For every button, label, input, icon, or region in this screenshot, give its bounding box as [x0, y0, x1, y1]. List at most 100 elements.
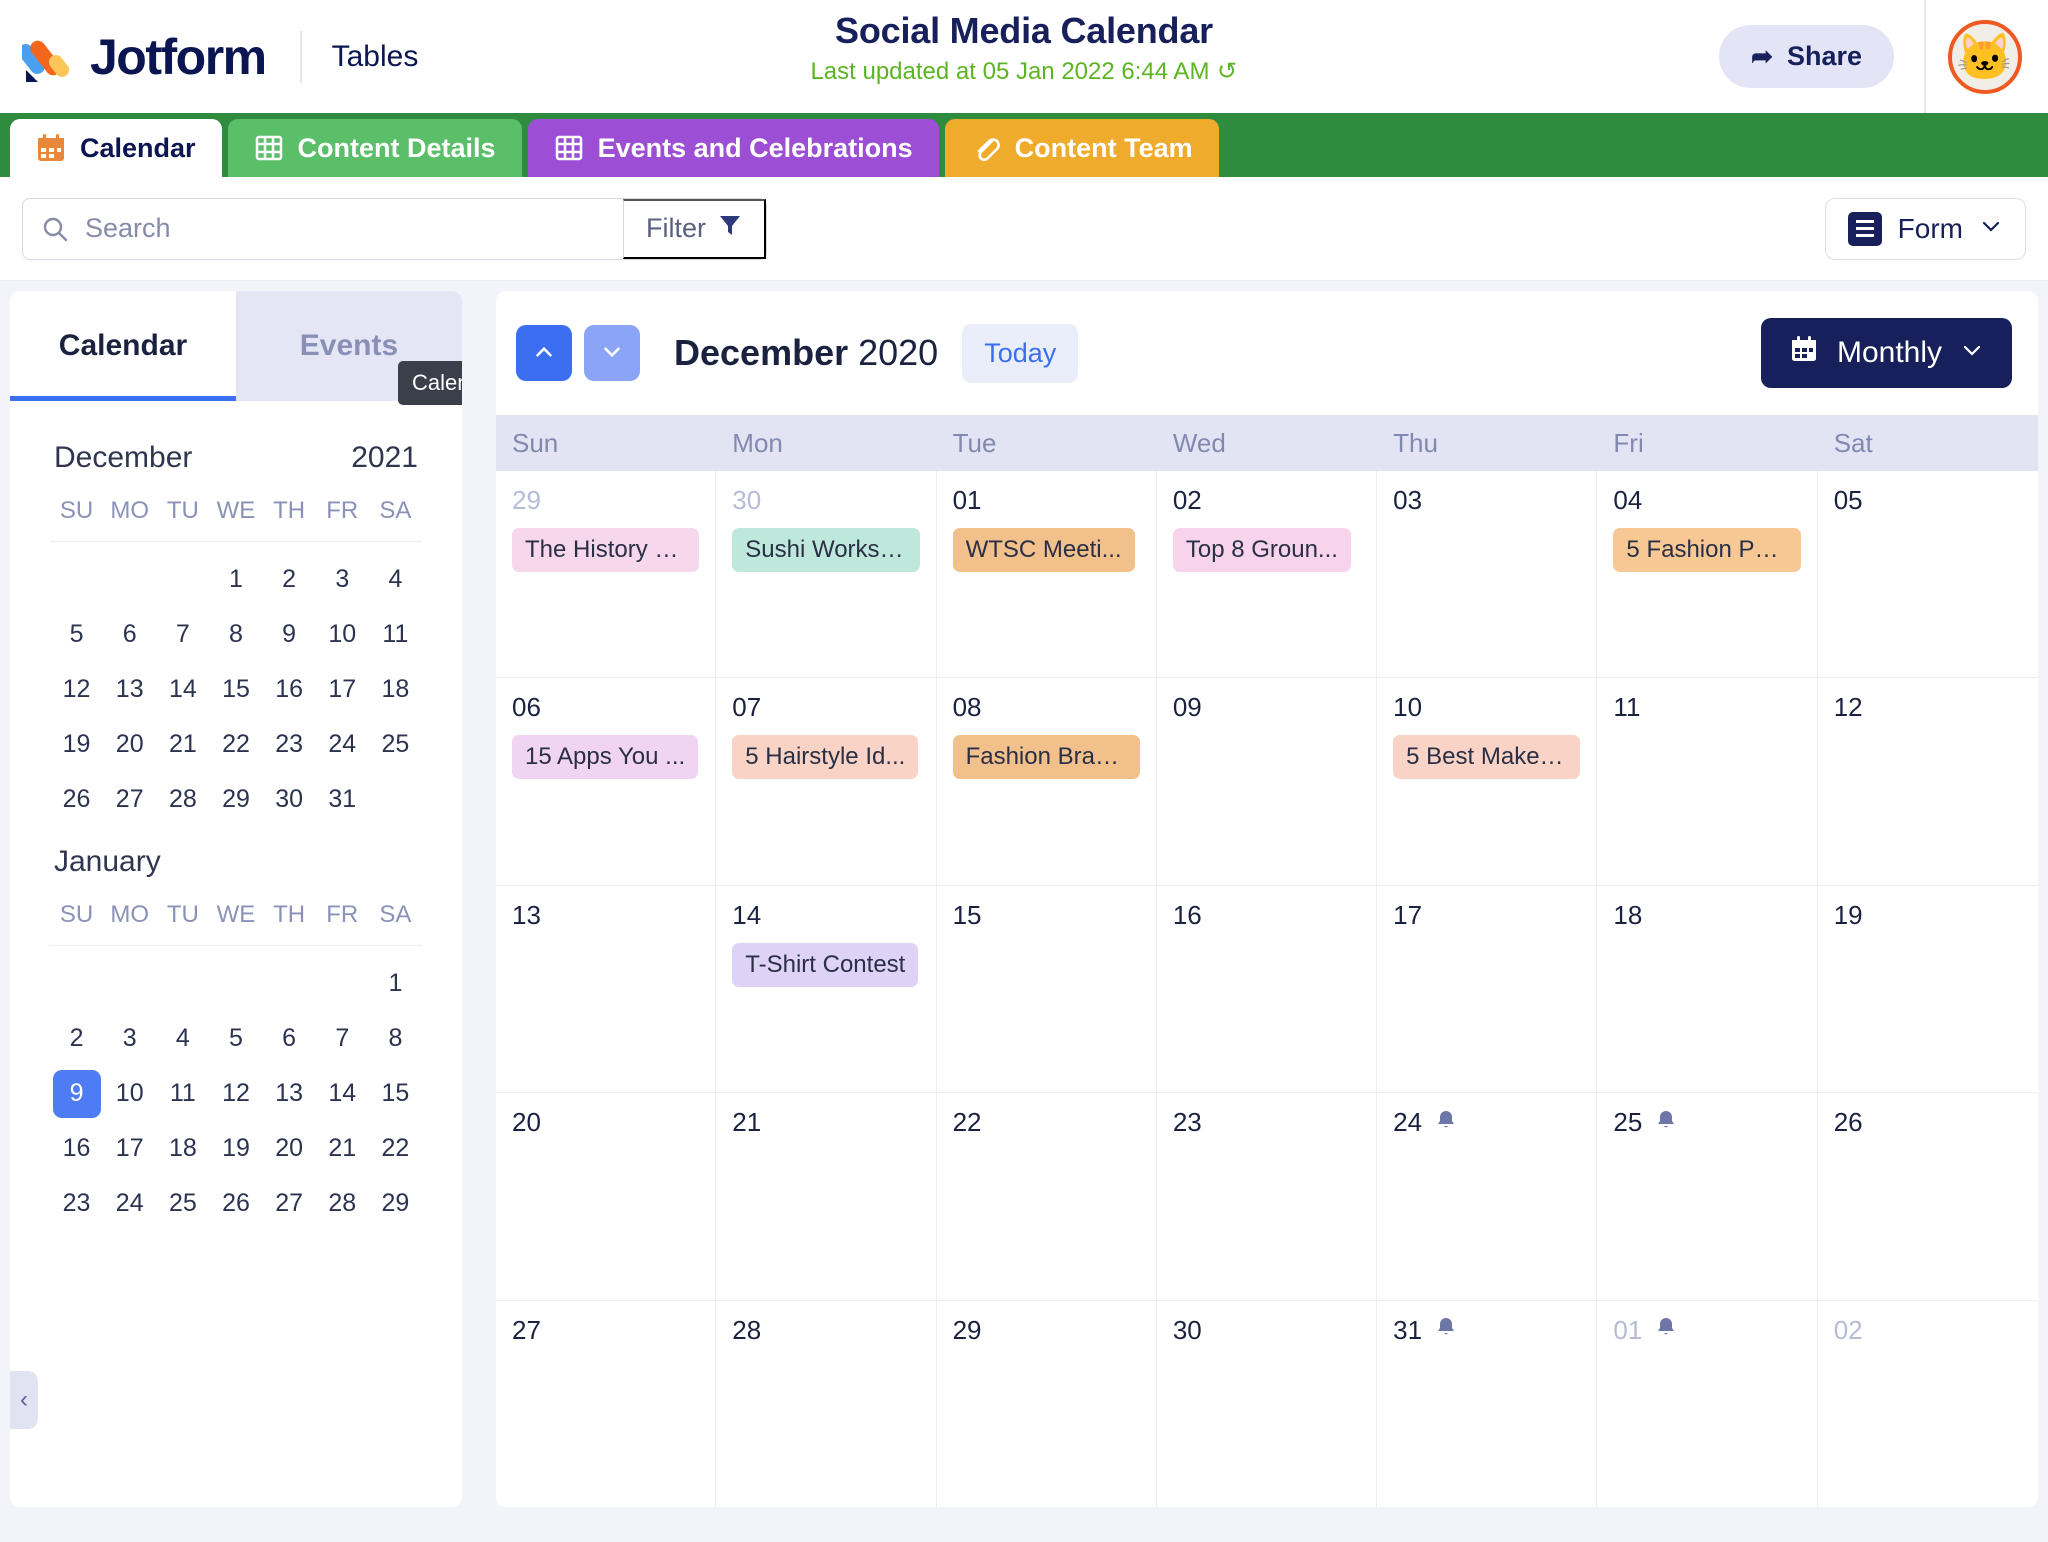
- calendar-day-cell[interactable]: 30: [1157, 1300, 1378, 1507]
- filter-button[interactable]: Filter: [623, 198, 766, 259]
- mini-calendar-day[interactable]: 2: [263, 552, 316, 607]
- calendar-event-pill[interactable]: WTSC Meeti...: [952, 528, 1135, 572]
- mini-calendar-day[interactable]: 17: [316, 662, 369, 717]
- calendar-day-cell[interactable]: 02: [1818, 1301, 2038, 1507]
- calendar-day-cell[interactable]: 18: [1597, 885, 1818, 1093]
- calendar-event-pill[interactable]: T-Shirt Contest: [732, 942, 919, 987]
- mini-calendar-day[interactable]: 9: [263, 607, 316, 662]
- mini-calendar-day[interactable]: 10: [316, 607, 369, 662]
- calendar-event-pill[interactable]: 5 Hairstyle Id...: [732, 735, 919, 780]
- mini-calendar-day[interactable]: 6: [103, 607, 156, 662]
- tab-content-details[interactable]: Content Details: [227, 119, 522, 177]
- calendar-day-cell[interactable]: 12: [1818, 678, 2038, 884]
- mini-calendar-day[interactable]: 11: [156, 1066, 209, 1121]
- mini-calendar-day[interactable]: 27: [263, 1176, 316, 1231]
- share-button[interactable]: ➦ Share: [1719, 25, 1894, 88]
- mini-calendar-day[interactable]: 3: [316, 552, 369, 607]
- calendar-day-cell[interactable]: 14 T-Shirt Contest: [716, 885, 937, 1093]
- bell-icon[interactable]: [1434, 1315, 1458, 1345]
- mini-calendar-day[interactable]: 1: [369, 956, 422, 1011]
- calendar-day-cell[interactable]: 26: [1818, 1093, 2038, 1299]
- mini-calendar-day[interactable]: 9: [50, 1066, 103, 1121]
- calendar-day-cell[interactable]: 01 WTSC Meeti...: [937, 471, 1157, 678]
- mini-calendar-day[interactable]: 20: [263, 1121, 316, 1176]
- form-selector-button[interactable]: Form: [1824, 197, 2026, 260]
- tab-events-and-celebrations[interactable]: Events and Celebrations: [527, 119, 939, 177]
- mini-calendar-day[interactable]: 2: [50, 1011, 103, 1066]
- calendar-day-cell[interactable]: 04 5 Fashion Ph...: [1597, 471, 1818, 678]
- previous-month-button[interactable]: [516, 325, 572, 381]
- calendar-day-cell[interactable]: 22: [937, 1093, 1157, 1300]
- calendar-event-pill[interactable]: Top 8 Groun...: [1172, 528, 1351, 572]
- mini-calendar-day[interactable]: 29: [209, 772, 262, 827]
- mini-calendar-day[interactable]: 8: [209, 607, 262, 662]
- mini-calendar-day[interactable]: 17: [103, 1121, 156, 1176]
- today-button[interactable]: Today: [962, 323, 1079, 383]
- mini-calendar-day[interactable]: 10: [103, 1066, 156, 1121]
- next-month-button[interactable]: [584, 325, 640, 381]
- calendar-event-pill[interactable]: 5 Fashion Ph...: [1613, 528, 1801, 572]
- brand-area[interactable]: Jotform Tables: [0, 28, 418, 86]
- mini-calendar-day[interactable]: 14: [156, 662, 209, 717]
- calendar-day-cell[interactable]: 24: [1377, 1093, 1598, 1300]
- view-mode-button[interactable]: Monthly: [1760, 318, 2012, 388]
- calendar-day-cell[interactable]: 10 5 Best Makeu...: [1377, 678, 1598, 885]
- mini-calendar-day[interactable]: 24: [103, 1176, 156, 1231]
- calendar-day-cell[interactable]: 15: [937, 885, 1157, 1093]
- calendar-day-cell[interactable]: 05: [1818, 471, 2038, 677]
- mini-calendar-day[interactable]: 28: [156, 772, 209, 827]
- mini-calendar-day[interactable]: 25: [369, 717, 422, 772]
- calendar-event-pill[interactable]: Sushi Worksh...: [732, 528, 920, 572]
- calendar-day-cell[interactable]: 17: [1377, 885, 1598, 1093]
- search-input[interactable]: [85, 198, 623, 259]
- mini-calendar-day[interactable]: 24: [316, 717, 369, 772]
- calendar-day-cell[interactable]: 28: [716, 1300, 937, 1507]
- mini-calendar-day[interactable]: 25: [156, 1176, 209, 1231]
- calendar-event-pill[interactable]: Fashion Bran...: [952, 735, 1140, 780]
- calendar-event-pill[interactable]: 15 Apps You ...: [512, 735, 699, 780]
- calendar-day-cell[interactable]: 09: [1157, 678, 1378, 885]
- refresh-icon[interactable]: ↻: [1217, 58, 1237, 85]
- mini-calendar-day[interactable]: 5: [50, 607, 103, 662]
- mini-calendar-day[interactable]: 14: [316, 1066, 369, 1121]
- calendar-day-cell[interactable]: 08 Fashion Bran...: [937, 678, 1157, 885]
- calendar-day-cell[interactable]: 30 Sushi Worksh...: [716, 471, 937, 678]
- sidebar-tab-calendar[interactable]: Calendar: [10, 291, 236, 401]
- mini-calendar-day[interactable]: 23: [263, 717, 316, 772]
- mini-calendar-day[interactable]: 22: [209, 717, 262, 772]
- mini-calendar-day[interactable]: 23: [50, 1176, 103, 1231]
- avatar[interactable]: 🐱: [1948, 19, 2022, 94]
- sidebar-collapse-button[interactable]: ‹: [10, 1371, 38, 1429]
- mini-calendar-day[interactable]: 15: [209, 662, 262, 717]
- mini-calendar-day[interactable]: 15: [369, 1066, 422, 1121]
- calendar-day-cell[interactable]: 19: [1818, 886, 2038, 1092]
- calendar-day-cell[interactable]: 01: [1597, 1300, 1818, 1507]
- mini-calendar-day[interactable]: 27: [103, 772, 156, 827]
- calendar-day-cell[interactable]: 07 5 Hairstyle Id...: [716, 678, 937, 885]
- mini-calendar-day[interactable]: 13: [263, 1066, 316, 1121]
- mini-calendar-day[interactable]: 21: [316, 1121, 369, 1176]
- calendar-day-cell[interactable]: 06 15 Apps You ...: [496, 678, 717, 885]
- mini-calendar-day[interactable]: 4: [369, 552, 422, 607]
- calendar-day-cell[interactable]: 20: [496, 1093, 717, 1300]
- calendar-day-cell[interactable]: 23: [1157, 1093, 1378, 1300]
- mini-calendar-day[interactable]: 22: [369, 1121, 422, 1176]
- calendar-day-cell[interactable]: 29: [937, 1300, 1157, 1507]
- tab-content-team[interactable]: Content Team: [944, 119, 1219, 177]
- calendar-event-pill[interactable]: 5 Best Makeu...: [1393, 735, 1581, 780]
- mini-calendar-day[interactable]: 29: [369, 1176, 422, 1231]
- mini-calendar-day[interactable]: 18: [156, 1121, 209, 1176]
- mini-calendar-day[interactable]: 7: [156, 607, 209, 662]
- calendar-day-cell[interactable]: 03: [1377, 471, 1598, 678]
- mini-calendar-day[interactable]: 12: [209, 1066, 262, 1121]
- mini-calendar-day[interactable]: 16: [50, 1121, 103, 1176]
- mini-calendar-day[interactable]: 26: [50, 772, 103, 827]
- mini-calendar-day[interactable]: 31: [316, 772, 369, 827]
- bell-icon[interactable]: [1654, 1108, 1678, 1138]
- mini-calendar-day[interactable]: 28: [316, 1176, 369, 1231]
- calendar-day-cell[interactable]: 02 Top 8 Groun...: [1157, 471, 1378, 678]
- mini-calendar-day[interactable]: 30: [263, 772, 316, 827]
- calendar-day-cell[interactable]: 27: [496, 1300, 717, 1507]
- calendar-day-cell[interactable]: 29 The History a...: [496, 471, 717, 678]
- mini-calendar-day[interactable]: 16: [263, 662, 316, 717]
